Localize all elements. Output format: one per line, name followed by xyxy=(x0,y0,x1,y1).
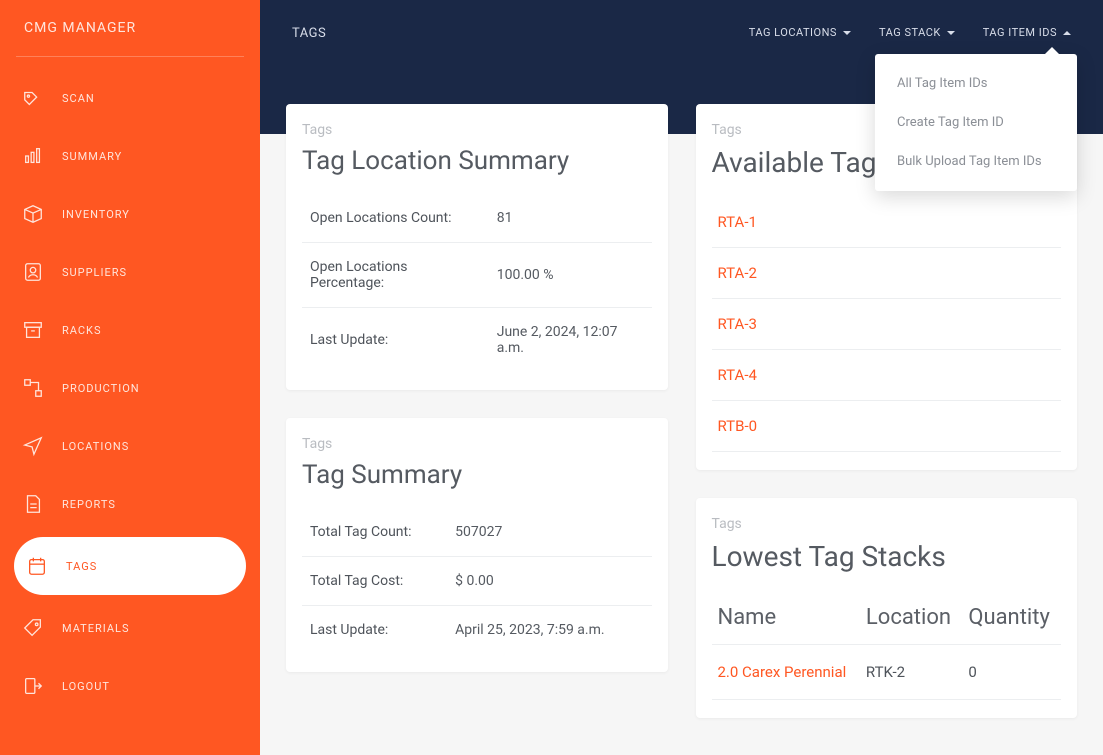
breadcrumb: TAGS xyxy=(292,26,326,41)
dropdown-item-all[interactable]: All Tag Item IDs xyxy=(875,64,1077,103)
tag-summary-table: Total Tag Count: 507027 Total Tag Cost: … xyxy=(302,508,652,654)
row-label: Total Tag Count: xyxy=(302,508,447,557)
sidebar-item-label: PRODUCTION xyxy=(62,382,140,395)
sidebar-item-label: INVENTORY xyxy=(62,208,130,221)
card-eyebrow: Tags xyxy=(712,516,1062,532)
available-tag-list: RTA-1 RTA-2 RTA-3 RTA-4 RTB-0 xyxy=(712,197,1062,452)
card-eyebrow: Tags xyxy=(302,122,652,138)
content: Tags Tag Location Summary Open Locations… xyxy=(260,104,1103,755)
table-row: Last Update: April 25, 2023, 7:59 a.m. xyxy=(302,606,652,655)
table-row: Total Tag Cost: $ 0.00 xyxy=(302,557,652,606)
sidebar-item-label: MATERIALS xyxy=(62,622,130,635)
row-label: Last Update: xyxy=(302,308,489,373)
menu-label: TAG STACK xyxy=(879,26,941,39)
card-tag-location-summary: Tags Tag Location Summary Open Locations… xyxy=(286,104,668,390)
menu-tag-locations[interactable]: TAG LOCATIONS xyxy=(749,26,851,39)
tag-scan-icon xyxy=(22,87,44,109)
tag-link[interactable]: RTA-2 xyxy=(712,248,1062,299)
sidebar-item-label: SCAN xyxy=(62,92,95,105)
app-title: CMG MANAGER xyxy=(0,20,260,56)
caret-down-icon xyxy=(843,31,851,35)
col-quantity: Quantity xyxy=(962,591,1061,645)
location-summary-table: Open Locations Count: 81 Open Locations … xyxy=(302,194,652,372)
sidebar-item-tags[interactable]: TAGS xyxy=(14,537,246,595)
sidebar-item-label: RACKS xyxy=(62,324,102,337)
box-icon xyxy=(22,203,44,225)
menu-tag-item-ids[interactable]: TAG ITEM IDS xyxy=(983,26,1071,39)
logout-icon xyxy=(22,675,44,697)
sidebar-item-logout[interactable]: LOGOUT xyxy=(0,657,260,715)
sidebar-item-label: LOCATIONS xyxy=(62,440,129,453)
card-title: Tag Summary xyxy=(302,460,652,490)
row-label: Open Locations Percentage: xyxy=(302,243,489,308)
lowest-stacks-table: Name Location Quantity 2.0 Carex Perenni… xyxy=(712,591,1062,700)
col-location: Location xyxy=(860,591,962,645)
sidebar-item-locations[interactable]: LOCATIONS xyxy=(0,417,260,475)
caret-down-icon xyxy=(947,31,955,35)
sidebar-item-racks[interactable]: RACKS xyxy=(0,301,260,359)
stack-location: RTK-2 xyxy=(860,645,962,700)
row-label: Last Update: xyxy=(302,606,447,655)
sidebar-item-label: SUMMARY xyxy=(62,150,122,163)
menu-tag-stack[interactable]: TAG STACK xyxy=(879,26,955,39)
left-column: Tags Tag Location Summary Open Locations… xyxy=(286,104,668,755)
right-column: Tags Available Tag RTA-1 RTA-2 RTA-3 RTA… xyxy=(696,104,1078,755)
calendar-tag-icon xyxy=(26,555,48,577)
card-title: Tag Location Summary xyxy=(302,146,652,176)
sidebar-item-reports[interactable]: REPORTS xyxy=(0,475,260,533)
id-badge-icon xyxy=(22,261,44,283)
menu-label: TAG LOCATIONS xyxy=(749,26,837,39)
card-title: Lowest Tag Stacks xyxy=(712,540,1062,573)
sidebar-item-inventory[interactable]: INVENTORY xyxy=(0,185,260,243)
row-value: April 25, 2023, 7:59 a.m. xyxy=(447,606,651,655)
row-value: 81 xyxy=(489,194,652,243)
table-row: Open Locations Percentage: 100.00 % xyxy=(302,243,652,308)
card-tag-summary: Tags Tag Summary Total Tag Count: 507027… xyxy=(286,418,668,672)
card-eyebrow: Tags xyxy=(302,436,652,452)
row-label: Total Tag Cost: xyxy=(302,557,447,606)
archive-icon xyxy=(22,319,44,341)
caret-up-icon xyxy=(1063,31,1071,35)
tag-item-ids-dropdown: All Tag Item IDs Create Tag Item ID Bulk… xyxy=(875,54,1077,191)
sidebar-item-summary[interactable]: SUMMARY xyxy=(0,127,260,185)
table-row: Total Tag Count: 507027 xyxy=(302,508,652,557)
row-value: 100.00 % xyxy=(489,243,652,308)
sidebar-item-label: REPORTS xyxy=(62,498,116,511)
sidebar-item-label: SUPPLIERS xyxy=(62,266,127,279)
stack-name-link[interactable]: 2.0 Carex Perennial xyxy=(712,645,860,700)
row-value: $ 0.00 xyxy=(447,557,651,606)
main: TAGS TAG LOCATIONS TAG STACK TAG ITEM ID… xyxy=(260,0,1103,755)
dropdown-item-bulk[interactable]: Bulk Upload Tag Item IDs xyxy=(875,142,1077,181)
row-value: 507027 xyxy=(447,508,651,557)
flow-icon xyxy=(22,377,44,399)
tag-link[interactable]: RTA-3 xyxy=(712,299,1062,350)
row-label: Open Locations Count: xyxy=(302,194,489,243)
card-lowest-tag-stacks: Tags Lowest Tag Stacks Name Location Qua… xyxy=(696,498,1078,718)
sidebar-item-suppliers[interactable]: SUPPLIERS xyxy=(0,243,260,301)
header-menus: TAG LOCATIONS TAG STACK TAG ITEM IDS xyxy=(749,26,1071,39)
sidebar-item-materials[interactable]: MATERIALS xyxy=(0,599,260,657)
table-row: Last Update: June 2, 2024, 12:07 a.m. xyxy=(302,308,652,373)
table-header-row: Name Location Quantity xyxy=(712,591,1062,645)
tag-link[interactable]: RTA-4 xyxy=(712,350,1062,401)
sidebar-item-production[interactable]: PRODUCTION xyxy=(0,359,260,417)
table-row: Open Locations Count: 81 xyxy=(302,194,652,243)
paper-plane-icon xyxy=(22,435,44,457)
menu-label: TAG ITEM IDS xyxy=(983,26,1057,39)
col-name: Name xyxy=(712,591,860,645)
price-tag-icon xyxy=(22,617,44,639)
stack-quantity: 0 xyxy=(962,645,1061,700)
bar-chart-icon xyxy=(22,145,44,167)
sidebar-item-label: TAGS xyxy=(66,560,97,573)
sidebar-item-label: LOGOUT xyxy=(62,680,110,693)
table-row: 2.0 Carex Perennial RTK-2 0 xyxy=(712,645,1062,700)
tag-link[interactable]: RTA-1 xyxy=(712,197,1062,248)
tag-link[interactable]: RTB-0 xyxy=(712,401,1062,452)
document-icon xyxy=(22,493,44,515)
sidebar-divider xyxy=(16,56,244,57)
row-value: June 2, 2024, 12:07 a.m. xyxy=(489,308,652,373)
sidebar-item-scan[interactable]: SCAN xyxy=(0,69,260,127)
dropdown-item-create[interactable]: Create Tag Item ID xyxy=(875,103,1077,142)
sidebar: CMG MANAGER SCAN SUMMARY INVENTORY SUPPLIER… xyxy=(0,0,260,755)
